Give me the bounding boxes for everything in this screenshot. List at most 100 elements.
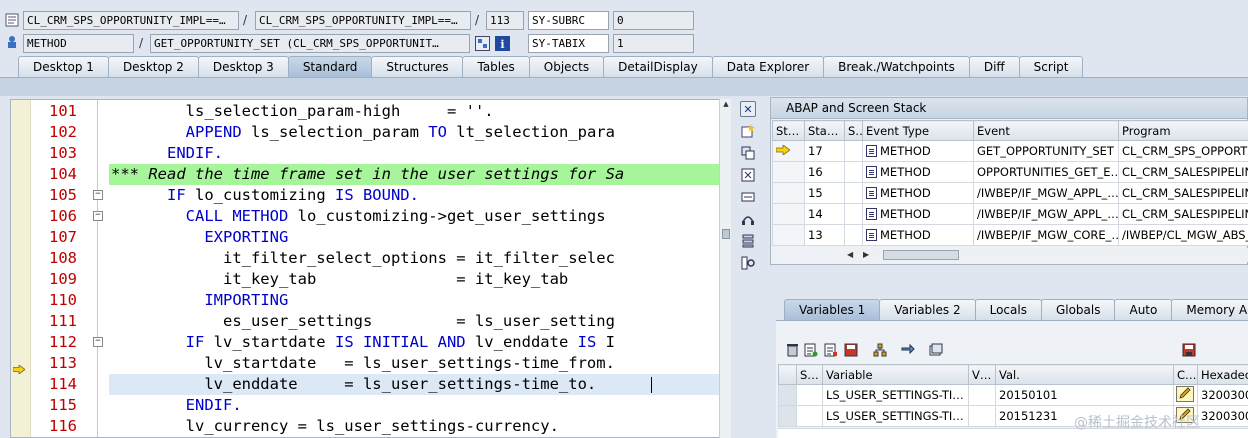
col-header[interactable]: Hexadec [1197,364,1248,385]
stack-row[interactable]: 16 METHOD OPPORTUNITIES_GET_E… CL_CRM_SA… [772,161,1248,183]
save-icon[interactable] [1181,342,1197,358]
code-line[interactable]: 107 EXPORTING [11,227,725,248]
code-line[interactable]: 101 ls_selection_param-high = ''. [11,101,725,122]
col-header[interactable]: Event Type [862,120,974,141]
scroll-thumb[interactable] [883,250,959,260]
stack-level: 14 [804,203,845,225]
variable-name[interactable]: LS_USER_SETTINGS-TI… [822,384,969,406]
col-header[interactable]: S… [796,364,823,385]
col-header[interactable]: Program [1118,120,1248,141]
current-code-line[interactable]: 113 lv_startdate = ls_user_settings-time… [11,353,725,375]
settings-icon[interactable] [740,255,756,271]
info-icon[interactable]: i [494,35,510,51]
import-icon[interactable] [803,342,819,358]
code-line[interactable]: 105− IF lo_customizing IS BOUND. [11,185,725,206]
stack-row[interactable]: 14 METHOD /IWBEP/IF_MGW_APPL_… CL_CRM_SA… [772,203,1248,225]
variable-value-field-2[interactable]: 1 [613,34,694,53]
code-line[interactable]: 102 APPEND ls_selection_param TO lt_sele… [11,122,725,143]
tab-desktop-1[interactable]: Desktop 1 [18,56,109,77]
col-header[interactable]: S… [844,120,863,141]
tab-tables[interactable]: Tables [462,56,530,77]
tab-desktop-2[interactable]: Desktop 2 [107,56,199,77]
variable-value[interactable]: 20150101 [995,384,1174,406]
program-include-field[interactable]: CL_CRM_SPS_OPPORTUNITY_IMPL==… [255,11,471,30]
code-vertical-scrollbar[interactable]: ▲ [719,99,731,438]
line-number-field[interactable]: 113 [486,11,524,30]
tab-structures[interactable]: Structures [371,56,464,77]
code-line[interactable]: 116 lv_currency = ls_user_settings-curre… [11,416,725,437]
delete-icon[interactable] [784,342,800,358]
col-header[interactable]: V… [968,364,996,385]
variable-name[interactable]: LS_USER_SETTINGS-TI… [822,405,969,427]
current-line-arrow-icon [12,359,26,375]
method-doc-icon [866,229,877,241]
display-object-icon[interactable] [474,35,490,51]
code-line[interactable]: 111 es_user_settings = ls_user_setting [11,311,725,332]
tab-variables-2[interactable]: Variables 2 [879,299,976,320]
program-main-field[interactable]: CL_CRM_SPS_OPPORTUNITY_IMPL==… [23,11,239,30]
stack-row[interactable]: 13 METHOD /IWBEP/IF_MGW_CORE_… /IWBEP/CL… [772,224,1248,246]
col-header[interactable]: C… [1173,364,1198,385]
hierarchy-icon[interactable] [872,342,888,358]
replace-tool-icon[interactable] [740,233,756,249]
row-selector[interactable] [778,384,797,406]
tab-data-explorer[interactable]: Data Explorer [711,56,825,77]
tab-script[interactable]: Script [1018,56,1084,77]
tab-auto[interactable]: Auto [1114,299,1173,320]
code-line[interactable]: 114 lv_enddate = ls_user_settings-time_t… [11,374,725,395]
tab-objects[interactable]: Objects [528,56,605,77]
variable-name-field-1[interactable]: SY-SUBRC [528,11,609,30]
variable-tabs: Variables 1 Variables 2 Locals Globals A… [784,299,1248,320]
scroll-up-arrow-icon[interactable]: ▲ [721,100,731,108]
stack-row[interactable]: 15 METHOD /IWBEP/IF_MGW_APPL_… CL_CRM_SA… [772,182,1248,204]
resize-icon[interactable] [740,189,756,205]
layout-icon[interactable] [928,342,944,358]
maximize-icon[interactable] [740,167,756,183]
code-line[interactable]: 109 it_key_tab = it_key_tab [11,269,725,290]
tab-diff[interactable]: Diff [968,56,1020,77]
edit-pencil-icon[interactable] [1173,384,1198,406]
scroll-left-arrow-icon[interactable]: ◀ [847,248,853,262]
tab-globals[interactable]: Globals [1040,299,1116,320]
services-icon[interactable] [740,211,756,227]
code-line[interactable]: 106− CALL METHOD lo_customizing->get_use… [11,206,725,227]
source-code-editor[interactable]: 101 ls_selection_param-high = ''. 102 AP… [10,99,726,438]
tab-detail-display[interactable]: DetailDisplay [603,56,713,77]
stack-horizontal-scrollbar[interactable]: ◀ ▶ [843,248,1248,262]
col-header [778,364,797,385]
tab-variables-1[interactable]: Variables 1 [784,299,881,320]
tab-desktop-3[interactable]: Desktop 3 [197,56,289,77]
event-type-field[interactable]: METHOD [23,34,134,53]
close-icon[interactable]: ✕ [740,101,756,117]
variable-name-field-2[interactable]: SY-TABIX [528,34,609,53]
code-line[interactable]: 115 ENDIF. [11,395,725,416]
variable-value-field-1[interactable]: 0 [613,11,694,30]
stack-row[interactable]: 17 METHOD GET_OPPORTUNITY_SET CL_CRM_SPS… [772,140,1248,162]
scroll-thumb[interactable] [722,229,730,239]
comment-line[interactable]: 104 *** Read the time frame set in the us… [11,164,725,185]
code-line[interactable]: 112− IF lv_startdate IS INITIAL AND lv_e… [11,332,725,353]
tab-breakpoints[interactable]: Break./Watchpoints [823,56,970,77]
code-line[interactable]: 103 ENDIF. [11,143,725,164]
export-icon[interactable] [823,342,839,358]
tab-standard[interactable]: Standard [287,56,373,77]
code-line[interactable]: 110 IMPORTING [11,290,725,311]
event-field[interactable]: GET_OPPORTUNITY_SET (CL_CRM_SPS_OPPORTUN… [150,34,470,53]
col-header[interactable]: Val. [995,364,1174,385]
tab-locals[interactable]: Locals [974,299,1042,320]
col-header[interactable]: Event [973,120,1119,141]
col-header[interactable]: Sta… [804,120,845,141]
stack-event: /IWBEP/IF_MGW_APPL_… [973,182,1119,204]
save-variables-icon[interactable] [843,342,859,358]
row-selector[interactable] [778,405,797,427]
transfer-icon[interactable] [900,342,916,358]
scroll-right-arrow-icon[interactable]: ▶ [863,248,869,262]
code-line[interactable]: 108 it_filter_select_options = it_filter… [11,248,725,269]
stack-level: 16 [804,161,845,183]
variable-row[interactable]: LS_USER_SETTINGS-TI… 20150101 3200300 [778,384,1248,406]
col-header[interactable]: St… [772,120,805,141]
col-header[interactable]: Variable [822,364,969,385]
new-tool-icon[interactable] [740,123,756,139]
tab-memory-analysis[interactable]: Memory Analysis [1171,299,1248,320]
swap-tool-icon[interactable] [740,145,756,161]
